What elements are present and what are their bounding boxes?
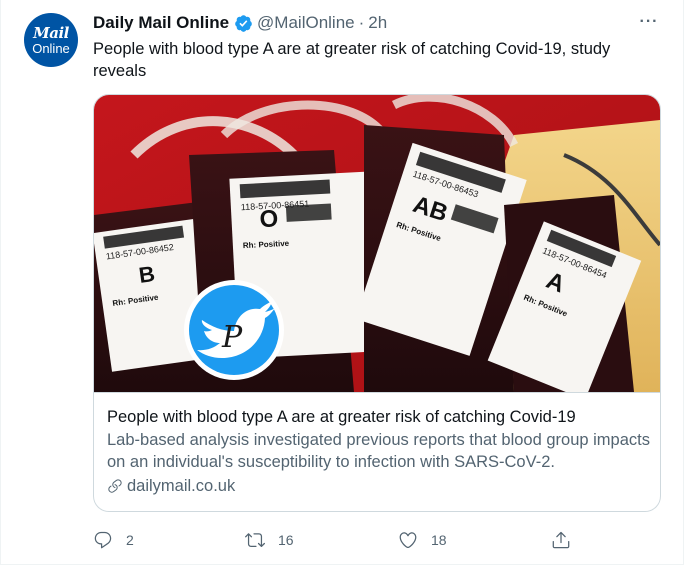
tweet-header: Daily Mail Online @MailOnline · 2h bbox=[93, 12, 387, 34]
display-name[interactable]: Daily Mail Online bbox=[93, 13, 229, 33]
reply-count: 2 bbox=[126, 532, 134, 548]
retweet-button[interactable]: 16 bbox=[245, 528, 294, 552]
card-image[interactable]: 118-57-00-86452 B Rh: Positive 118-57-00… bbox=[94, 95, 660, 392]
more-options-icon[interactable]: ··· bbox=[637, 11, 661, 33]
card-description: Lab-based analysis investigated previous… bbox=[107, 431, 650, 471]
retweet-icon bbox=[245, 533, 265, 548]
heart-icon bbox=[399, 532, 417, 549]
separator-dot: · bbox=[358, 13, 365, 32]
share-button[interactable] bbox=[551, 528, 571, 552]
card-domain: dailymail.co.uk bbox=[107, 475, 235, 497]
tweet-actions: 2 16 18 bbox=[93, 528, 593, 552]
like-button[interactable]: 18 bbox=[398, 528, 447, 552]
retweet-count: 16 bbox=[278, 532, 294, 548]
avatar[interactable]: Mail Online bbox=[24, 13, 78, 67]
like-count: 18 bbox=[431, 532, 447, 548]
watermark-twitter-bird-icon: P bbox=[184, 280, 284, 380]
reply-icon bbox=[94, 531, 112, 549]
svg-text:P: P bbox=[221, 320, 243, 355]
user-handle[interactable]: @MailOnline bbox=[257, 13, 355, 33]
link-icon bbox=[108, 479, 122, 493]
tweet-text: People with blood type A are at greater … bbox=[93, 40, 611, 80]
avatar-logo-line1: Mail bbox=[33, 23, 69, 42]
share-icon bbox=[552, 531, 570, 549]
link-card[interactable]: 118-57-00-86452 B Rh: Positive 118-57-00… bbox=[93, 94, 661, 512]
avatar-logo-line2: Online bbox=[32, 40, 70, 56]
timestamp[interactable]: 2h bbox=[368, 13, 387, 33]
card-body[interactable]: People with blood type A are at greater … bbox=[94, 392, 660, 511]
svg-text:O: O bbox=[259, 205, 279, 233]
card-title: People with blood type A are at greater … bbox=[107, 408, 576, 426]
card-domain-text: dailymail.co.uk bbox=[127, 477, 236, 495]
blood-bags-photo: 118-57-00-86452 B Rh: Positive 118-57-00… bbox=[94, 95, 660, 392]
tweet[interactable]: Mail Online Daily Mail Online @MailOnlin… bbox=[0, 0, 684, 565]
verified-badge-icon bbox=[235, 14, 252, 32]
reply-button[interactable]: 2 bbox=[93, 528, 134, 552]
